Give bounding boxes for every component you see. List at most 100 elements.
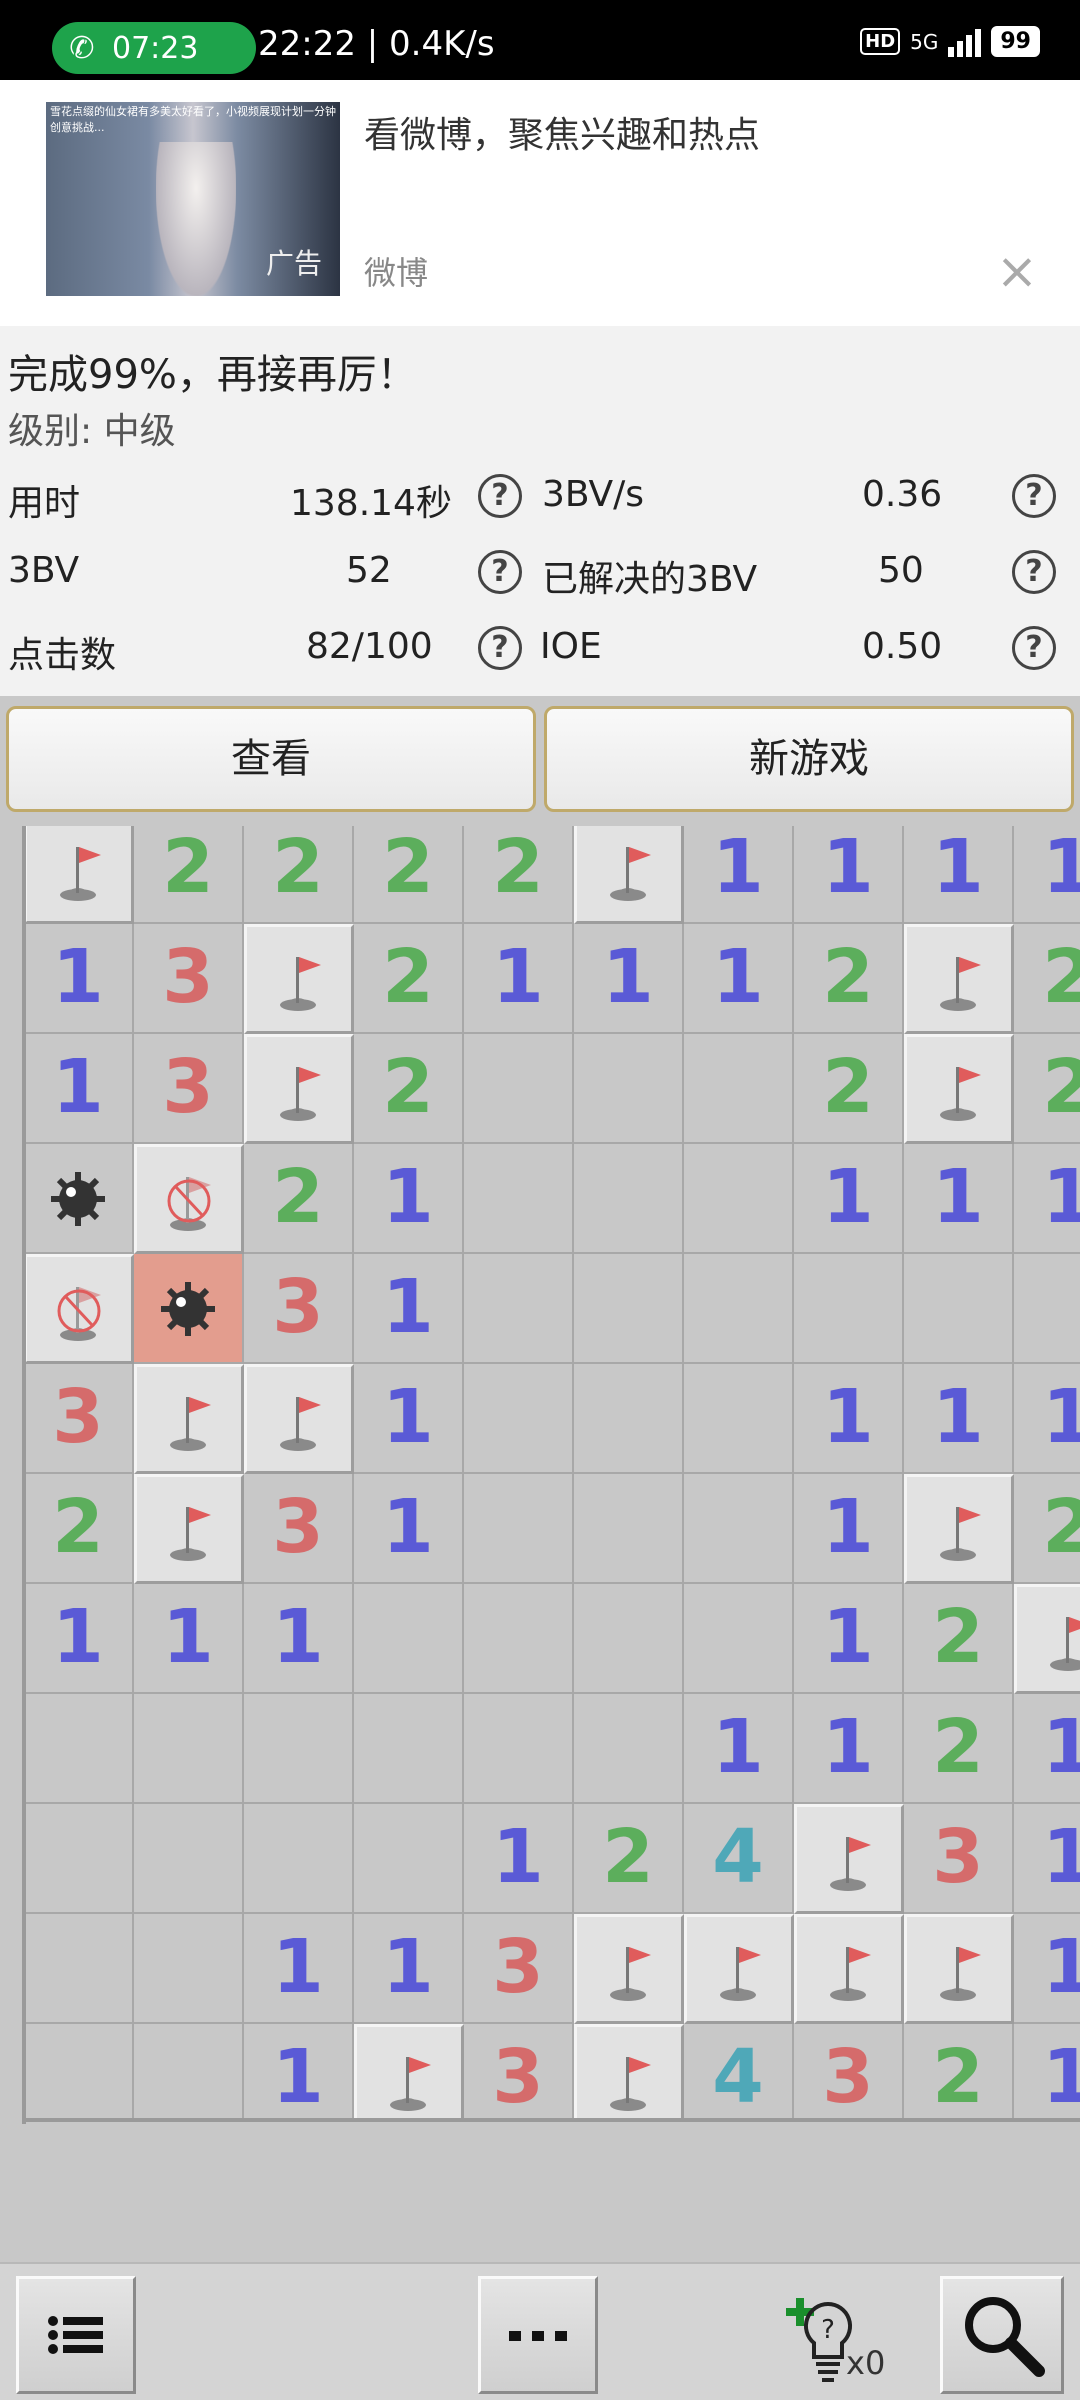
cell-number[interactable]: 1	[684, 1694, 794, 1804]
cell-number[interactable]: 1	[354, 1144, 464, 1254]
cell-number[interactable]: 1	[464, 924, 574, 1034]
cell-empty[interactable]	[574, 1364, 684, 1474]
cell-number[interactable]: 2	[354, 924, 464, 1034]
minesweeper-board[interactable]: 2222111113211122132222111131311112311211…	[24, 826, 1080, 2122]
cell-number[interactable]: 3	[134, 924, 244, 1034]
help-icon[interactable]: ?	[478, 550, 522, 594]
cell-number[interactable]: 2	[1014, 1474, 1080, 1584]
ad-image[interactable]: 雪花点缀的仙女裙有多美太好看了，小视频展现计划一分钟创意挑战... 广告	[46, 102, 340, 296]
cell-empty[interactable]	[574, 1584, 684, 1694]
cell-number[interactable]: 2	[244, 1144, 354, 1254]
cell-number[interactable]: 3	[134, 1034, 244, 1144]
cell-flag[interactable]	[574, 1914, 684, 2024]
cell-number[interactable]: 2	[794, 924, 904, 1034]
cell-empty[interactable]	[1014, 1254, 1080, 1364]
cell-number[interactable]: 1	[1014, 1914, 1080, 2024]
cell-number[interactable]: 2	[134, 826, 244, 924]
cell-number[interactable]: 1	[1014, 1694, 1080, 1804]
cell-number[interactable]: 1	[1014, 1144, 1080, 1254]
cell-number[interactable]: 3	[904, 1804, 1014, 1914]
cell-number[interactable]: 1	[794, 1144, 904, 1254]
cell-empty[interactable]	[794, 1254, 904, 1364]
cell-number[interactable]: 1	[574, 924, 684, 1034]
cell-flag[interactable]	[794, 1914, 904, 2024]
cell-number[interactable]: 1	[684, 924, 794, 1034]
cell-empty[interactable]	[464, 1254, 574, 1364]
cell-empty[interactable]	[574, 1694, 684, 1804]
zoom-button[interactable]	[940, 2276, 1064, 2394]
cell-number[interactable]: 1	[354, 1364, 464, 1474]
cell-flag[interactable]	[904, 1474, 1014, 1584]
cell-number[interactable]: 2	[244, 826, 354, 924]
cell-empty[interactable]	[134, 1914, 244, 2024]
cell-number[interactable]: 2	[794, 1034, 904, 1144]
more-button[interactable]	[478, 2276, 598, 2394]
cell-empty[interactable]	[134, 2024, 244, 2122]
cell-number[interactable]: 1	[904, 1144, 1014, 1254]
cell-empty[interactable]	[464, 1034, 574, 1144]
cell-number[interactable]: 1	[684, 826, 794, 924]
cell-empty[interactable]	[684, 1474, 794, 1584]
cell-number[interactable]: 1	[1014, 1364, 1080, 1474]
cell-flag[interactable]	[684, 1914, 794, 2024]
help-icon[interactable]: ?	[478, 626, 522, 670]
cell-empty[interactable]	[574, 1254, 684, 1364]
cell-number[interactable]: 4	[684, 2024, 794, 2122]
help-icon[interactable]: ?	[1012, 474, 1056, 518]
ad-title[interactable]: 看微博，聚焦兴趣和热点	[364, 106, 760, 158]
cell-empty[interactable]	[904, 1254, 1014, 1364]
cell-flag[interactable]	[134, 1364, 244, 1474]
help-icon[interactable]: ?	[1012, 550, 1056, 594]
cell-number[interactable]: 1	[354, 1254, 464, 1364]
cell-empty[interactable]	[464, 1584, 574, 1694]
cell-number[interactable]: 1	[244, 1584, 354, 1694]
cell-number[interactable]: 2	[1014, 1034, 1080, 1144]
cell-number[interactable]: 1	[24, 924, 134, 1034]
cell-number[interactable]: 1	[904, 826, 1014, 924]
cell-number[interactable]: 3	[794, 2024, 904, 2122]
cell-flag[interactable]	[244, 1034, 354, 1144]
cell-number[interactable]: 1	[244, 2024, 354, 2122]
menu-button[interactable]	[16, 2276, 136, 2394]
cell-flag[interactable]	[1014, 1584, 1080, 1694]
cell-flag[interactable]	[794, 1804, 904, 1914]
cell-wrong-flag[interactable]	[134, 1144, 244, 1254]
cell-empty[interactable]	[684, 1144, 794, 1254]
cell-empty[interactable]	[354, 1584, 464, 1694]
cell-empty[interactable]	[464, 1364, 574, 1474]
cell-empty[interactable]	[24, 2024, 134, 2122]
cell-empty[interactable]	[134, 1804, 244, 1914]
cell-flag[interactable]	[244, 1364, 354, 1474]
cell-number[interactable]: 1	[24, 1034, 134, 1144]
cell-number[interactable]: 3	[244, 1254, 354, 1364]
cell-number[interactable]: 3	[464, 2024, 574, 2122]
cell-empty[interactable]	[684, 1254, 794, 1364]
cell-empty[interactable]	[574, 1034, 684, 1144]
cell-number[interactable]: 1	[1014, 1804, 1080, 1914]
cell-empty[interactable]	[574, 1144, 684, 1254]
cell-number[interactable]: 2	[24, 1474, 134, 1584]
cell-number[interactable]: 1	[1014, 2024, 1080, 2122]
cell-number[interactable]: 1	[794, 1584, 904, 1694]
cell-number[interactable]: 3	[24, 1364, 134, 1474]
cell-flag[interactable]	[244, 924, 354, 1034]
cell-number[interactable]: 1	[794, 1474, 904, 1584]
cell-number[interactable]: 1	[904, 1364, 1014, 1474]
ongoing-call-pill[interactable]: ✆ 07:23	[52, 22, 256, 74]
cell-number[interactable]: 1	[794, 1694, 904, 1804]
ad-banner[interactable]: 雪花点缀的仙女裙有多美太好看了，小视频展现计划一分钟创意挑战... 广告 看微博…	[0, 80, 1080, 326]
cell-flag[interactable]	[904, 1914, 1014, 2024]
cell-number[interactable]: 3	[464, 1914, 574, 2024]
cell-number[interactable]: 1	[244, 1914, 354, 2024]
cell-number[interactable]: 1	[794, 826, 904, 924]
cell-flag[interactable]	[134, 1474, 244, 1584]
cell-number[interactable]: 1	[464, 1804, 574, 1914]
cell-number[interactable]: 2	[904, 2024, 1014, 2122]
cell-number[interactable]: 1	[794, 1364, 904, 1474]
cell-empty[interactable]	[24, 1914, 134, 2024]
cell-empty[interactable]	[354, 1694, 464, 1804]
cell-number[interactable]: 2	[354, 1034, 464, 1144]
cell-flag[interactable]	[354, 2024, 464, 2122]
cell-empty[interactable]	[24, 1804, 134, 1914]
cell-empty[interactable]	[24, 1694, 134, 1804]
